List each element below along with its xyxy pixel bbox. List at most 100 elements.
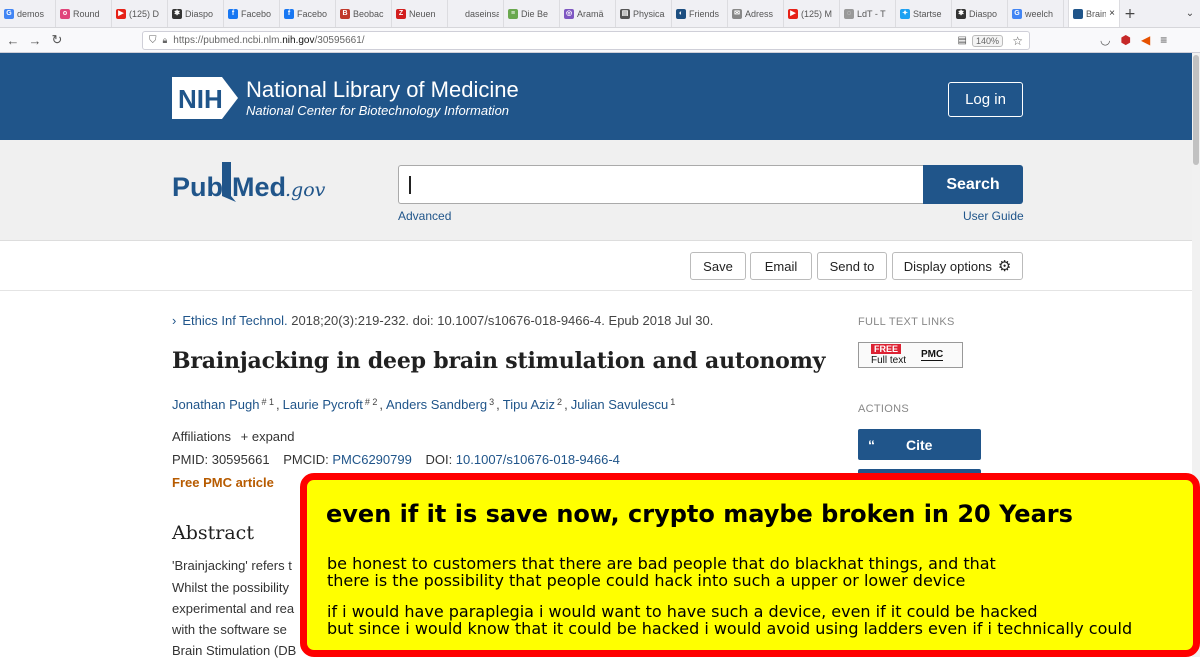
- send-to-button[interactable]: Send to: [817, 252, 887, 280]
- author-affiliation-marker[interactable]: # 2: [365, 397, 378, 412]
- news-icon: B: [340, 8, 350, 19]
- browser-tab[interactable]: ✱ Diaspo: [168, 0, 224, 27]
- citation-details: 2018;20(3):219-232. doi: 10.1007/s10676-…: [287, 313, 714, 328]
- article-title: Brainjacking in deep brain stimulation a…: [172, 348, 826, 374]
- author-separator: ,: [496, 397, 500, 412]
- browser-tab[interactable]: Gweelch: [1008, 0, 1064, 27]
- doc-icon: ▤: [620, 8, 630, 19]
- browser-tab[interactable]: ▶ (125) M: [784, 0, 840, 27]
- browser-tab[interactable]: Z Neuen: [392, 0, 448, 27]
- tab-label: Startse: [913, 8, 942, 19]
- search-input[interactable]: [398, 165, 923, 204]
- author-affiliation-marker[interactable]: 2: [557, 397, 562, 412]
- expand-affiliations-button[interactable]: + expand: [241, 429, 295, 444]
- list-all-tabs-icon[interactable]: ⌄: [1180, 0, 1200, 27]
- author-link[interactable]: Laurie Pycroft: [283, 397, 363, 412]
- toolbar-icons: ◡ ⬢ ◀ ≡: [1100, 33, 1167, 47]
- pubmed-tab-icon: [1073, 8, 1083, 19]
- menu-icon[interactable]: ≡: [1160, 33, 1167, 47]
- browser-tab[interactable]: f Facebo: [280, 0, 336, 27]
- abstract-line: 'Brainjacking' refers t: [172, 558, 292, 573]
- cite-button[interactable]: “ Cite: [858, 429, 981, 460]
- nlm-header: NIH National Library of Medicine Nationa…: [0, 53, 1192, 140]
- browser-tab[interactable]: o Round: [56, 0, 112, 27]
- browser-toolbar: ← → ↻ ⛉ 🔒︎ https://pubmed.ncbi.nlm.nih.g…: [0, 28, 1200, 53]
- doi-link[interactable]: 10.1007/s10676-018-9466-4: [456, 452, 620, 467]
- author-affiliation-marker[interactable]: 1: [670, 397, 675, 412]
- new-tab-icon[interactable]: +: [1120, 0, 1140, 27]
- author-list: Jonathan Pugh # 1, Laurie Pycroft # 2, Ander…: [172, 397, 680, 412]
- author-link[interactable]: Jonathan Pugh: [172, 397, 259, 412]
- tab-label: Facebo: [241, 8, 272, 19]
- zoom-level[interactable]: 140%: [971, 34, 1003, 47]
- browser-tab[interactable]: ✦ Startse: [896, 0, 952, 27]
- nlm-title[interactable]: National Library of Medicine: [246, 77, 519, 103]
- reload-icon[interactable]: ↻: [46, 32, 68, 48]
- tab-label: (125) D: [129, 8, 160, 19]
- zeit-icon: Z: [396, 8, 406, 19]
- author-link[interactable]: Anders Sandberg: [386, 397, 487, 412]
- tab-label: Diaspo: [185, 8, 214, 19]
- browser-tab[interactable]: ≡ Die Be: [504, 0, 560, 27]
- bookmark-star-icon[interactable]: ☆: [1012, 34, 1023, 48]
- article-identifiers: PMID: 30595661 PMCID: PMC6290799 DOI: 10…: [172, 452, 620, 467]
- pmc-full-text-link[interactable]: FREE Full text PMC: [858, 342, 963, 368]
- pmcid-label: PMCID:: [283, 452, 333, 467]
- user-guide-link[interactable]: User Guide: [963, 209, 1024, 223]
- author-affiliation-marker[interactable]: 3: [489, 397, 494, 412]
- reader-view-icon[interactable]: ▤: [958, 35, 967, 46]
- author-affiliation-marker[interactable]: # 1: [261, 397, 274, 412]
- url-bar[interactable]: ⛉ 🔒︎ https://pubmed.ncbi.nlm.nih.gov/305…: [142, 31, 1030, 50]
- browser-tab[interactable]: ✉ Adress: [728, 0, 784, 27]
- email-button[interactable]: Email: [750, 252, 812, 280]
- logo-pub: Pub: [172, 172, 223, 202]
- lock-icon[interactable]: 🔒︎: [163, 35, 168, 46]
- close-tab-icon[interactable]: ×: [1109, 8, 1115, 19]
- youtube-icon: ▶: [116, 8, 126, 19]
- pocket-icon[interactable]: ◡: [1100, 33, 1110, 47]
- globe-icon: ◎: [564, 8, 574, 19]
- browser-tab[interactable]: ▤ Physica: [616, 0, 672, 27]
- author-link[interactable]: Tipu Aziz: [503, 397, 555, 412]
- shield-icon[interactable]: ⛉: [149, 35, 157, 46]
- article-actions-bar: Save Email Send to Display options ⚙: [0, 241, 1192, 291]
- browser-tab[interactable]: daseinsan: [448, 0, 504, 27]
- youtube-icon: ▶: [788, 8, 798, 19]
- search-button[interactable]: Search: [923, 165, 1023, 204]
- browser-tab[interactable]: f Facebo: [224, 0, 280, 27]
- browser-tab[interactable]: ✱ Diaspo: [952, 0, 1008, 27]
- scrollbar-thumb[interactable]: [1193, 55, 1199, 165]
- nih-logo-icon[interactable]: NIH: [172, 77, 238, 119]
- browser-tab[interactable]: Gdemos: [0, 0, 56, 27]
- round-icon: o: [60, 8, 70, 19]
- journal-link[interactable]: Ethics Inf Technol.: [182, 313, 287, 328]
- advanced-search-link[interactable]: Advanced: [398, 209, 451, 223]
- actions-heading: ACTIONS: [858, 403, 909, 415]
- save-button[interactable]: Save: [690, 252, 746, 280]
- author-link[interactable]: Julian Savulescu: [571, 397, 669, 412]
- extension-icon[interactable]: ⬢: [1120, 33, 1130, 47]
- note-headline: even if it is save now, crypto maybe bro…: [326, 500, 1073, 528]
- pmcid-link[interactable]: PMC6290799: [332, 452, 412, 467]
- megaphone-icon[interactable]: ◀: [1141, 33, 1150, 47]
- nlm-subtitle: National Center for Biotechnology Inform…: [246, 103, 510, 118]
- browser-tab[interactable]: ◌ LdT - T: [840, 0, 896, 27]
- browser-tab-bar: Gdemos o Round ▶ (125) D ✱ Diaspo f Facebo f Faceb…: [0, 0, 1200, 28]
- active-browser-tab[interactable]: Brain ×: [1068, 0, 1120, 27]
- mail-icon: ✉: [732, 8, 742, 19]
- browser-tab[interactable]: ◎ Aramä: [560, 0, 616, 27]
- browser-tab[interactable]: B Beobac: [336, 0, 392, 27]
- display-options-button[interactable]: Display options ⚙: [892, 252, 1023, 280]
- annotation-note: even if it is save now, crypto maybe bro…: [300, 473, 1200, 657]
- back-icon[interactable]: ←: [2, 33, 24, 48]
- abstract-heading: Abstract: [172, 522, 254, 544]
- tab-label: daseinsan: [465, 8, 499, 19]
- forward-icon[interactable]: →: [24, 33, 46, 48]
- chevron-right-icon[interactable]: ›: [172, 313, 176, 328]
- tab-label: (125) M: [801, 8, 833, 19]
- affiliations: Affiliations + expand: [172, 429, 295, 444]
- login-button[interactable]: Log in: [948, 82, 1023, 117]
- browser-tab[interactable]: ▶ (125) D: [112, 0, 168, 27]
- pubmed-logo[interactable]: Pub Med .gov: [172, 160, 332, 210]
- browser-tab[interactable]: ◐ Friends: [672, 0, 728, 27]
